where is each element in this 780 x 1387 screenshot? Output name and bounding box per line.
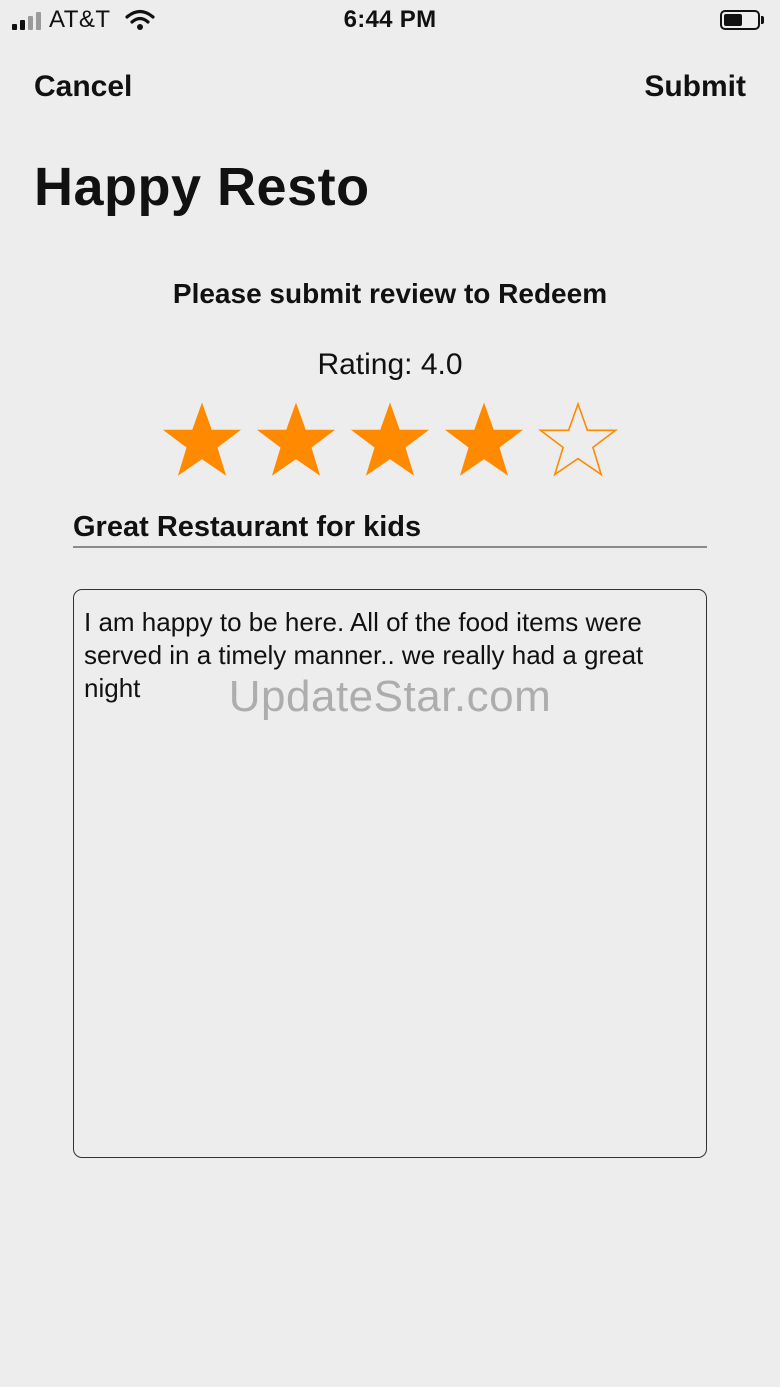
battery-icon <box>720 10 764 30</box>
star-filled-icon[interactable] <box>444 400 524 480</box>
cancel-button[interactable]: Cancel <box>34 70 132 104</box>
review-text-area[interactable] <box>73 589 707 1158</box>
star-filled-icon[interactable] <box>256 400 336 480</box>
star-filled-icon[interactable] <box>162 400 242 480</box>
status-bar: AT&T 6:44 PM <box>0 0 780 44</box>
star-empty-icon[interactable] <box>538 400 618 480</box>
status-time: 6:44 PM <box>343 6 437 33</box>
rating-label: Rating: 4.0 <box>317 348 463 381</box>
review-title-input[interactable] <box>73 508 707 548</box>
submit-button[interactable]: Submit <box>644 70 746 104</box>
star-filled-icon[interactable] <box>350 400 430 480</box>
redeem-instruction: Please submit review to Redeem <box>172 278 608 309</box>
star-rating[interactable] <box>162 400 622 484</box>
page-title: Happy Resto <box>34 157 370 217</box>
